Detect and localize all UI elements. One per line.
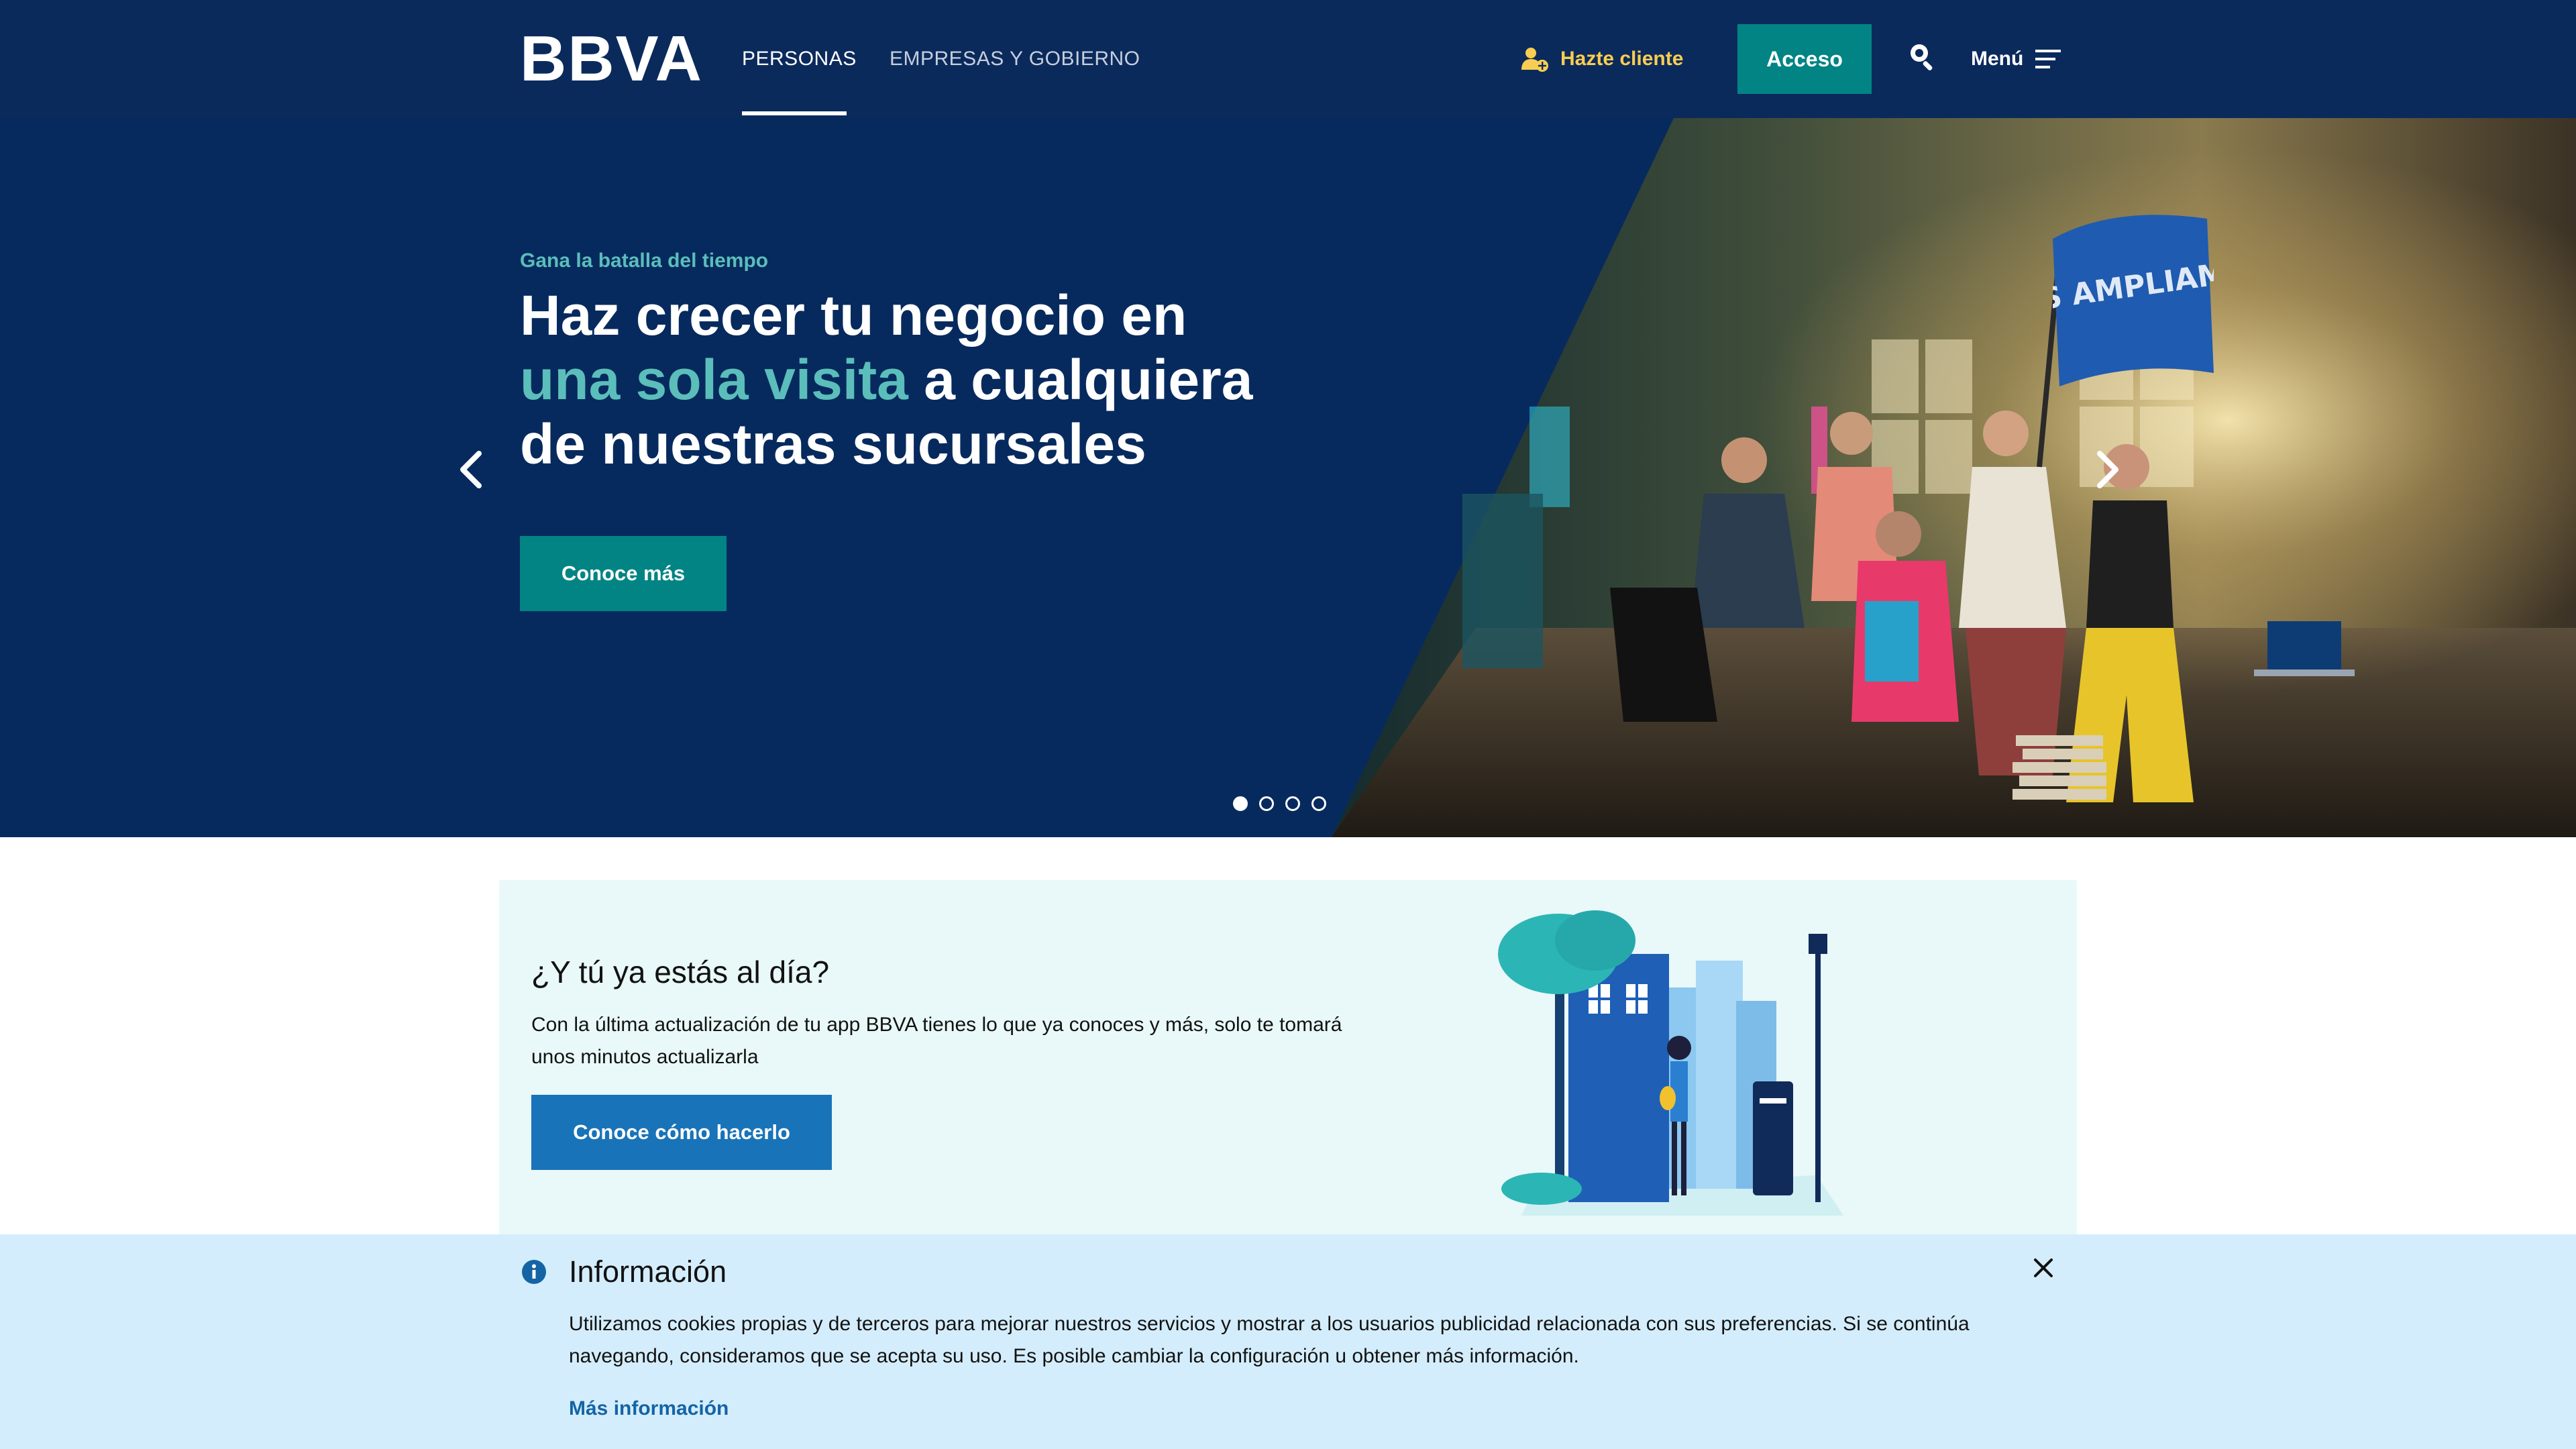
carousel-dot-1[interactable] <box>1233 796 1248 811</box>
hero-carousel: NOS AMPLIAMOS Gana la batalla del tiempo… <box>0 118 2576 837</box>
app-update-promo: ¿Y tú ya estás al día? Con la última act… <box>499 880 2077 1242</box>
carousel-dot-3[interactable] <box>1285 796 1300 811</box>
mas-informacion-link[interactable]: Más información <box>569 1397 729 1420</box>
carousel-dot-4[interactable] <box>1311 796 1326 811</box>
search-icon[interactable] <box>1908 42 1937 71</box>
bbva-logo[interactable]: BBVA <box>520 27 703 91</box>
hazte-cliente-label: Hazte cliente <box>1560 48 1684 70</box>
carousel-prev-arrow-icon[interactable] <box>453 445 488 494</box>
flag-banner: NOS AMPLIAMOS <box>2053 250 2214 323</box>
menu-label: Menú <box>1971 48 2024 70</box>
hero-headline: Haz crecer tu negocio en una sola visita… <box>520 283 1291 476</box>
hero-eyebrow: Gana la batalla del tiempo <box>520 250 769 272</box>
carousel-dots <box>1233 796 1326 811</box>
close-icon[interactable] <box>2033 1257 2054 1279</box>
city-illustration <box>1498 910 1843 1216</box>
nav-tab-empresas-gobierno[interactable]: EMPRESAS Y GOBIERNO <box>890 40 1140 78</box>
cookie-title: Información <box>569 1254 727 1289</box>
promo-title: ¿Y tú ya estás al día? <box>531 955 830 989</box>
hazte-cliente-link[interactable]: Hazte cliente <box>1520 40 1683 78</box>
headline-part-1: Haz crecer tu negocio en <box>520 284 1187 347</box>
info-icon <box>522 1260 546 1284</box>
flag-text: NOS AMPLIAMOS <box>2053 250 2214 323</box>
menu-lines-icon <box>2035 50 2061 68</box>
headline-accent: una sola visita <box>520 348 908 411</box>
cookie-text: Utilizamos cookies propias y de terceros… <box>569 1313 1970 1367</box>
nav-tab-personas[interactable]: PERSONAS <box>742 40 857 78</box>
carousel-dot-2[interactable] <box>1259 796 1274 811</box>
active-tab-indicator <box>742 111 847 115</box>
cookie-banner: Información Utilizamos cookies propias y… <box>0 1234 2576 1449</box>
top-header: BBVA PERSONAS EMPRESAS Y GOBIERNO Hazte … <box>0 0 2576 118</box>
hero-cta-button[interactable]: Conoce más <box>520 536 727 611</box>
promo-text: Con la última actualización de tu app BB… <box>531 1014 1342 1068</box>
carousel-next-arrow-icon[interactable] <box>2090 445 2125 494</box>
promo-cta-button[interactable]: Conoce cómo hacerlo <box>531 1095 832 1170</box>
menu-button[interactable]: Menú <box>1971 40 2062 78</box>
acceso-button[interactable]: Acceso <box>1737 24 1872 94</box>
user-add-icon <box>1521 48 1548 72</box>
